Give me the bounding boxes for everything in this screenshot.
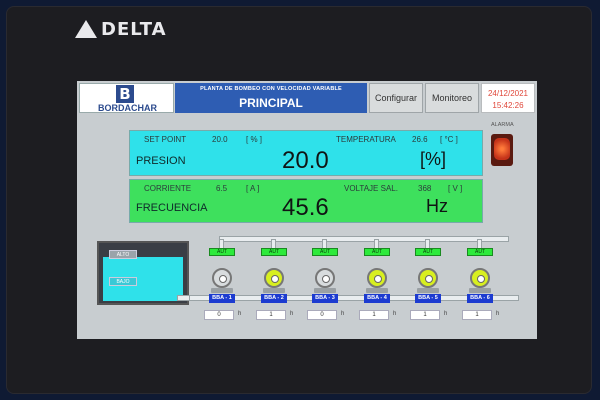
pump-hours-value: 1 <box>410 310 440 320</box>
pump-base <box>366 288 388 293</box>
pump-icon[interactable] <box>365 266 389 294</box>
setpoint-label: SET POINT <box>144 135 187 144</box>
pump-hours-value: 1 <box>256 310 286 320</box>
water-tank: ALTO BAJO <box>97 241 189 305</box>
pump-body <box>367 268 387 288</box>
current-value: 6.5 <box>216 184 228 193</box>
date-text: 24/12/2021 <box>487 89 529 98</box>
temperature-label: TEMPERATURA <box>336 135 396 144</box>
pump-name-label: BBA - 6 <box>467 294 493 303</box>
pump-mode-badge[interactable]: AUT <box>312 248 338 256</box>
pump-icon[interactable] <box>468 266 492 294</box>
hmi-screen: B BORDACHAR PLANTA DE BOMBEO CON VELOCID… <box>77 81 537 339</box>
pressure-value: 20.0 <box>282 147 329 174</box>
alarm-light <box>494 138 510 160</box>
pump-hours-value: 0 <box>307 310 337 320</box>
pump-icon[interactable] <box>416 266 440 294</box>
pump-mode-badge[interactable]: AUT <box>415 248 441 256</box>
pump-base <box>211 288 233 293</box>
company-name: BORDACHAR <box>98 103 157 113</box>
pressure-label: PRESION <box>136 155 186 167</box>
pump-body <box>315 268 335 288</box>
pump-body <box>264 268 284 288</box>
temperature-unit: [ °C ] <box>440 135 458 144</box>
pump-mode-badge[interactable]: AUT <box>209 248 235 256</box>
pump-hours-unit: h <box>238 311 242 317</box>
pump-hours-unit: h <box>496 311 500 317</box>
discharge-manifold <box>219 236 509 242</box>
device-brand: DELTA <box>101 18 167 40</box>
delta-logo: DELTA <box>75 17 185 41</box>
pump-base <box>469 288 491 293</box>
temperature-value: 26.6 <box>412 135 428 144</box>
pump-body <box>470 268 490 288</box>
pump-base <box>263 288 285 293</box>
frequency-value: 45.6 <box>282 194 329 221</box>
hmi-bezel: DELTA B BORDACHAR PLANTA DE BOMBEO CON V… <box>6 6 592 394</box>
pump-mode-badge[interactable]: AUT <box>261 248 287 256</box>
pressure-panel: SET POINT 20.0 [ % ] TEMPERATURA 26.6 [ … <box>129 130 483 176</box>
pump-base <box>417 288 439 293</box>
frequency-label: FRECUENCIA <box>136 202 208 214</box>
pump-name-label: BBA - 3 <box>312 294 338 303</box>
title-bar: PLANTA DE BOMBEO CON VELOCIDAD VARIABLE … <box>175 83 367 113</box>
configurar-button[interactable]: Configurar <box>369 83 423 113</box>
pump-name-label: BBA - 5 <box>415 294 441 303</box>
hmi-frame: DELTA B BORDACHAR PLANTA DE BOMBEO CON V… <box>0 0 600 400</box>
time-text: 15:42:26 <box>492 101 524 110</box>
page-title: PRINCIPAL <box>239 96 303 110</box>
pump-hours-value: 1 <box>462 310 492 320</box>
pump-body <box>418 268 438 288</box>
voltage-label: VOLTAJE SAL. <box>344 184 398 193</box>
voltage-unit: [ V ] <box>448 184 463 193</box>
frequency-panel: CORRIENTE 6.5 [ A ] VOLTAJE SAL. 368 [ V… <box>129 179 483 223</box>
pump-hours-unit: h <box>444 311 448 317</box>
pump-body <box>212 268 232 288</box>
current-label: CORRIENTE <box>144 184 192 193</box>
alarm-label: ALARMA <box>491 122 514 128</box>
pressure-unit: [%] <box>420 149 447 169</box>
pump-icon[interactable] <box>313 266 337 294</box>
pump-base <box>314 288 336 293</box>
plant-subtitle: PLANTA DE BOMBEO CON VELOCIDAD VARIABLE <box>200 86 342 92</box>
tank-high-level: ALTO <box>109 250 137 259</box>
setpoint-unit: [ % ] <box>246 135 263 144</box>
monitoreo-button[interactable]: Monitoreo <box>425 83 479 113</box>
pump-hours-unit: h <box>393 311 397 317</box>
pump-hours-value: 0 <box>204 310 234 320</box>
current-unit: [ A ] <box>246 184 260 193</box>
company-logo: B BORDACHAR <box>79 83 174 113</box>
pump-mode-badge[interactable]: AUT <box>467 248 493 256</box>
pump-name-label: BBA - 1 <box>209 294 235 303</box>
setpoint-value[interactable]: 20.0 <box>212 135 228 144</box>
datetime-display: 24/12/2021 15:42:26 <box>481 83 535 113</box>
pump-hours-unit: h <box>341 311 345 317</box>
company-b-icon: B <box>116 85 134 103</box>
pump-hours-unit: h <box>290 311 294 317</box>
tank-low-level: BAJO <box>109 277 137 286</box>
pump-name-label: BBA - 2 <box>261 294 287 303</box>
delta-triangle-icon <box>75 20 97 38</box>
pump-hours-value: 1 <box>359 310 389 320</box>
alarm-beacon-icon <box>491 134 513 166</box>
voltage-value: 368 <box>418 184 432 193</box>
frequency-unit: Hz <box>426 196 448 216</box>
pump-icon[interactable] <box>210 266 234 294</box>
pump-name-label: BBA - 4 <box>364 294 390 303</box>
pump-icon[interactable] <box>262 266 286 294</box>
pump-mode-badge[interactable]: AUT <box>364 248 390 256</box>
